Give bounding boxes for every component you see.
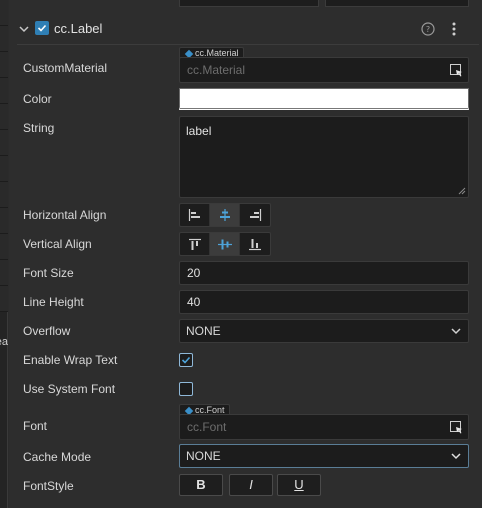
align-top-button[interactable] [180, 233, 210, 255]
overflow-value: NONE [186, 324, 221, 338]
underline-button[interactable]: U [277, 474, 321, 496]
align-center-icon [219, 209, 230, 221]
help-circle-icon[interactable]: ? [421, 22, 435, 36]
use-system-font-label: Use System Font [23, 382, 116, 396]
font-size-input[interactable]: 20 [179, 261, 469, 285]
custom-material-field[interactable]: cc.Material [179, 57, 469, 83]
align-bottom-button[interactable] [240, 233, 270, 255]
color-swatch[interactable] [179, 88, 469, 110]
asset-picker-icon[interactable] [450, 421, 463, 434]
align-bottom-icon [249, 238, 261, 250]
cache-mode-value: NONE [186, 449, 221, 463]
overflow-select[interactable]: NONE [179, 319, 469, 343]
align-right-button[interactable] [240, 204, 270, 226]
italic-button[interactable]: I [229, 474, 273, 496]
horizontal-align-group [179, 203, 271, 227]
string-textarea[interactable]: label [179, 116, 469, 198]
line-height-input[interactable]: 40 [179, 290, 469, 314]
enable-wrap-text-checkbox[interactable] [179, 353, 193, 367]
align-center-button[interactable] [210, 204, 240, 226]
string-value: label [186, 124, 212, 138]
vertical-align-group [179, 232, 271, 256]
line-height-label: Line Height [23, 295, 84, 309]
align-top-icon [188, 238, 201, 250]
chevron-down-icon[interactable] [17, 22, 31, 36]
overflow-label: Overflow [23, 324, 71, 338]
align-middle-button[interactable] [210, 233, 240, 255]
align-middle-icon [217, 239, 232, 249]
cache-mode-select[interactable]: NONE [179, 444, 469, 468]
inspector-panel: cc.Label ? CustomMaterial cc.Material cc… [9, 0, 482, 508]
align-left-icon [188, 209, 200, 221]
font-asset-field[interactable]: cc.Font [179, 414, 469, 440]
font-label: Font [23, 419, 48, 433]
header-divider [17, 44, 479, 45]
color-label: Color [23, 92, 52, 106]
check-icon [181, 356, 191, 364]
horizontal-align-label: Horizontal Align [23, 208, 107, 222]
align-right-icon [250, 209, 262, 221]
resize-grip-icon[interactable] [458, 187, 466, 195]
check-icon [37, 24, 47, 32]
custom-material-label: CustomMaterial [23, 61, 108, 75]
use-system-font-checkbox[interactable] [179, 382, 193, 396]
chevron-down-icon [451, 453, 461, 460]
svg-text:?: ? [426, 25, 430, 34]
bold-button[interactable]: B [179, 474, 223, 496]
cache-mode-label: Cache Mode [23, 450, 92, 464]
align-left-button[interactable] [180, 204, 210, 226]
font-style-label: FontStyle [23, 479, 74, 493]
component-enabled-checkbox[interactable] [35, 21, 49, 35]
component-title: cc.Label [54, 21, 103, 36]
adjacent-panel-text-fragment: ea [0, 336, 8, 348]
vertical-align-label: Vertical Align [23, 237, 92, 251]
enable-wrap-text-label: Enable Wrap Text [23, 353, 118, 367]
previous-component-fields [179, 0, 482, 8]
string-label: String [23, 121, 55, 135]
font-size-label: Font Size [23, 266, 74, 280]
component-header[interactable]: cc.Label ? [9, 14, 482, 44]
chevron-down-icon [451, 328, 461, 335]
more-vertical-icon[interactable] [450, 21, 458, 37]
font-placeholder: cc.Font [187, 420, 227, 434]
custom-material-placeholder: cc.Material [187, 63, 246, 77]
adjacent-panel-edge: ea [0, 0, 8, 508]
asset-picker-icon[interactable] [450, 64, 463, 77]
